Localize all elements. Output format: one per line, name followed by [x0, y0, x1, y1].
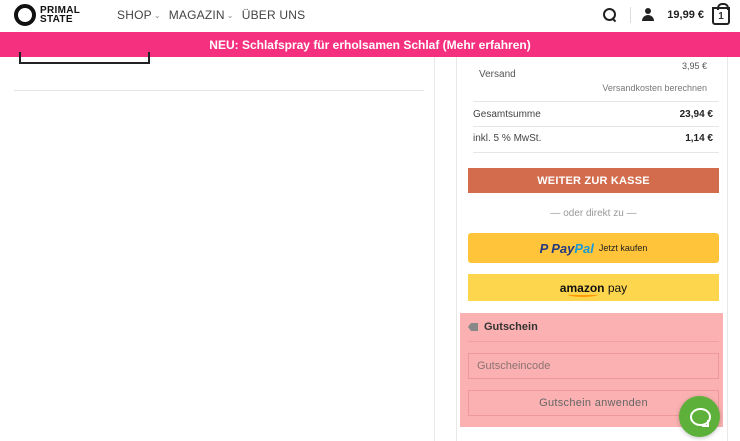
paypal-button[interactable]: P PayPal Jetzt kaufen: [468, 233, 719, 263]
divider: [468, 341, 719, 342]
nav-item-shop[interactable]: SHOP ⌄: [117, 8, 161, 22]
chat-icon[interactable]: [679, 396, 720, 437]
logo-line-2: STATE: [40, 14, 73, 25]
product-box-edge: [19, 52, 150, 64]
amazon-pay-button[interactable]: amazon pay: [468, 274, 719, 301]
divider: [473, 101, 719, 102]
shipping-price: 3,95 €: [681, 61, 707, 71]
coupon-title: Gutschein: [484, 321, 538, 333]
cart-icon[interactable]: 1: [712, 3, 730, 25]
nav-item-label: MAGAZIN: [168, 8, 225, 22]
chevron-down-icon: ⌄: [153, 10, 161, 20]
vat-value: 1,14 €: [685, 133, 713, 144]
nav-item-label: SHOP: [117, 8, 152, 22]
column-divider: [434, 57, 435, 441]
total-label: Gesamtsumme: [473, 109, 541, 120]
shipping-calculator-link[interactable]: Versandkosten berechnen: [602, 83, 707, 93]
coupon-heading: Gutschein: [468, 321, 538, 333]
cart-totals-panel: 3,95 € Versand Versandkosten berechnen G…: [456, 57, 728, 441]
divider: [630, 7, 632, 23]
user-icon[interactable]: [641, 8, 655, 22]
divider: [473, 152, 719, 153]
proceed-to-checkout-button[interactable]: WEITER ZUR KASSE: [468, 168, 719, 193]
main-nav: SHOP ⌄ MAGAZIN ⌄ ÜBER UNS: [117, 8, 305, 22]
site-header: PRIMAL STATE SHOP ⌄ MAGAZIN ⌄ ÜBER UNS 1…: [0, 0, 740, 32]
logo[interactable]: PRIMAL STATE: [14, 3, 80, 27]
divider: [473, 126, 719, 127]
logo-ring-icon: [14, 4, 36, 26]
tag-icon: [468, 323, 478, 331]
cart-count: 1: [718, 10, 724, 22]
checkout-label: WEITER ZUR KASSE: [537, 174, 650, 187]
coupon-code-input[interactable]: [468, 353, 719, 379]
total-value: 23,94 €: [679, 109, 713, 120]
paypal-logo-icon: P: [539, 240, 549, 256]
paypal-logo: PayPal: [551, 240, 594, 256]
search-icon[interactable]: [602, 7, 618, 23]
apply-coupon-label: Gutschein anwenden: [539, 397, 648, 409]
logo-text: PRIMAL STATE: [40, 6, 80, 25]
amazon-smile-icon: [568, 292, 598, 297]
or-direct-text: — oder direkt zu —: [550, 208, 637, 219]
divider: [14, 90, 424, 91]
cart-total[interactable]: 19,99 €: [667, 9, 704, 21]
nav-item-label: ÜBER UNS: [241, 8, 306, 22]
shipping-label: Versand: [479, 69, 516, 80]
chevron-down-icon: ⌄: [226, 10, 234, 20]
header-actions: 19,99 € 1: [602, 3, 730, 26]
nav-item-ueber-uns[interactable]: ÜBER UNS: [242, 8, 306, 22]
promo-text: NEU: Schlafspray für erholsamen Schlaf (…: [209, 37, 531, 52]
nav-item-magazin[interactable]: MAGAZIN ⌄: [169, 8, 234, 22]
vat-label: inkl. 5 % MwSt.: [473, 133, 542, 144]
paypal-cta: Jetzt kaufen: [598, 243, 648, 253]
